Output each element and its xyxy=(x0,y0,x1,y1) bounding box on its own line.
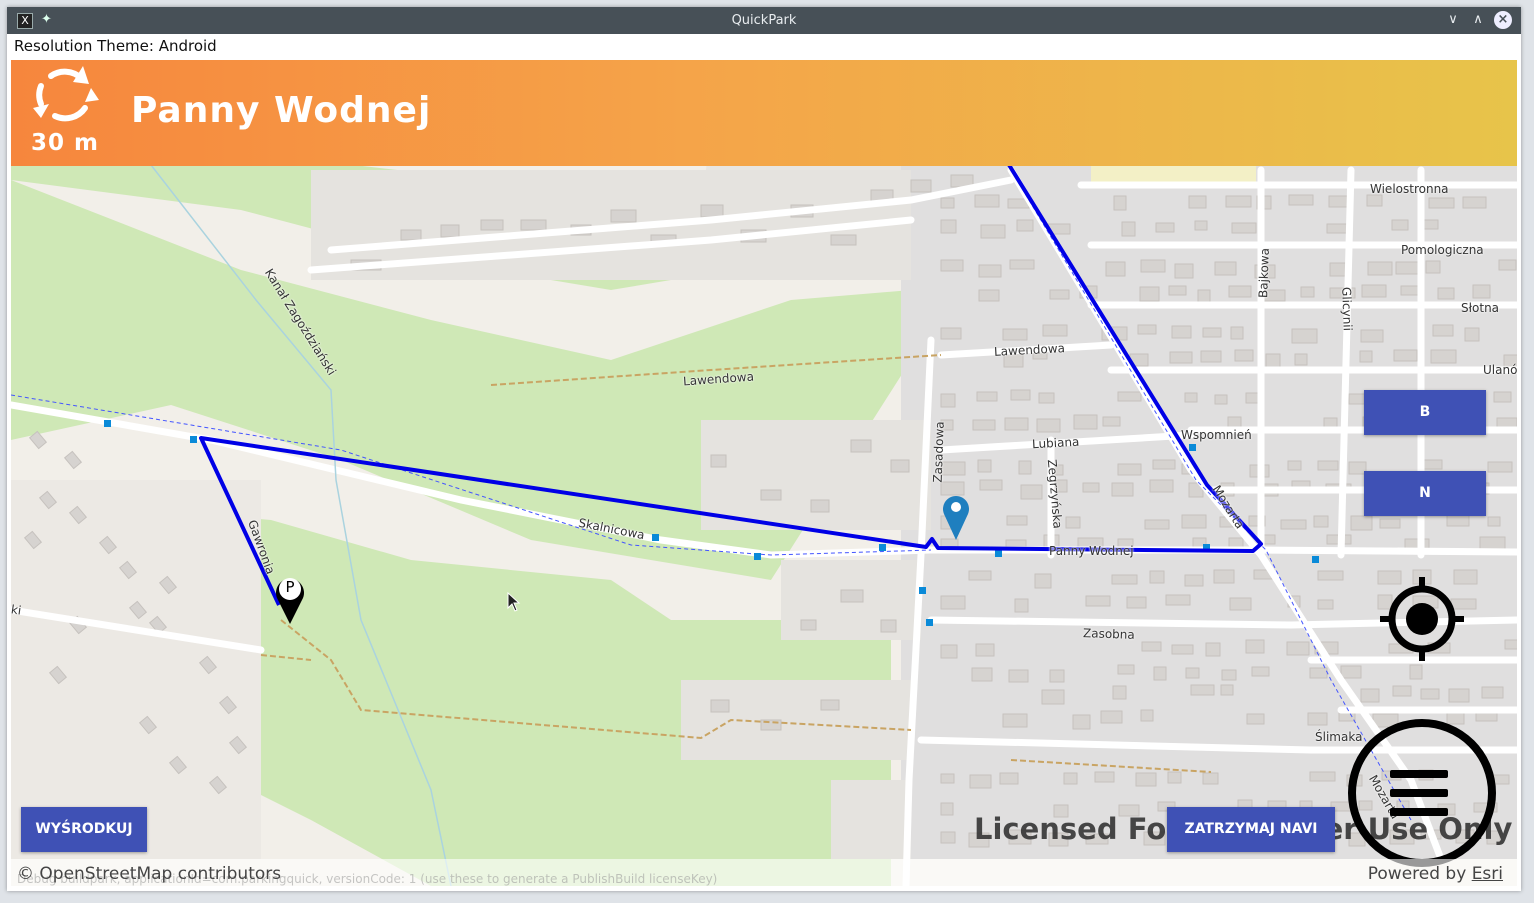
window-title: QuickPark xyxy=(731,13,797,28)
navigation-banner: 30 m Panny Wodnej xyxy=(11,60,1517,166)
locate-me-icon[interactable] xyxy=(1376,573,1468,665)
street-label: Zasobna xyxy=(1082,626,1135,642)
next-street-name: Panny Wodnej xyxy=(131,90,432,131)
resolution-theme-label: Resolution Theme: Android xyxy=(14,37,217,55)
esri-attribution[interactable]: Powered by Esri xyxy=(1368,864,1503,884)
close-icon[interactable]: × xyxy=(1494,11,1512,29)
parking-marker-label: P xyxy=(285,578,295,596)
street-label: Wspomnień xyxy=(1181,428,1252,442)
osm-attribution: © OpenStreetMap contributors xyxy=(17,864,282,884)
esri-link[interactable]: Esri xyxy=(1472,864,1503,884)
street-label: Panny Wodnej xyxy=(1049,544,1134,558)
n-button[interactable]: N xyxy=(1364,471,1486,516)
b-button[interactable]: B xyxy=(1364,390,1486,435)
destination-pin-icon[interactable] xyxy=(941,492,971,542)
maximize-icon[interactable]: ∧ xyxy=(1469,11,1487,29)
minimize-icon[interactable]: ∨ xyxy=(1444,11,1462,29)
stop-navigation-button[interactable]: ZATRZYMAJ NAVI xyxy=(1167,807,1335,852)
street-label: Zasadowa xyxy=(930,421,947,483)
street-label: ki xyxy=(11,602,23,618)
app-window: X ✦ QuickPark ∨ ∧ × Resolution Theme: An… xyxy=(7,7,1521,891)
center-map-button[interactable]: WYŚRODKUJ xyxy=(21,807,147,852)
map-view[interactable]: Kanał Zagoździański Lawendowa Lawendowa … xyxy=(11,60,1517,886)
map-base xyxy=(11,120,1517,886)
esri-prefix: Powered by xyxy=(1367,864,1472,884)
street-label: Lubiana xyxy=(1031,434,1080,452)
street-label: Wielostronna xyxy=(1370,182,1449,196)
maneuver-distance: 30 m xyxy=(31,130,99,156)
menu-icon[interactable] xyxy=(1344,715,1500,871)
street-label: Glicynii xyxy=(1339,286,1355,332)
street-label: Ulanó xyxy=(1483,363,1517,377)
mouse-cursor-icon xyxy=(507,592,521,612)
roundabout-icon xyxy=(33,66,99,122)
street-label: Pomologiczna xyxy=(1401,243,1484,257)
street-label: Słotna xyxy=(1461,301,1500,315)
title-bar[interactable]: X ✦ QuickPark ∨ ∧ × xyxy=(7,7,1521,34)
street-label: Bajkowa xyxy=(1256,247,1272,299)
